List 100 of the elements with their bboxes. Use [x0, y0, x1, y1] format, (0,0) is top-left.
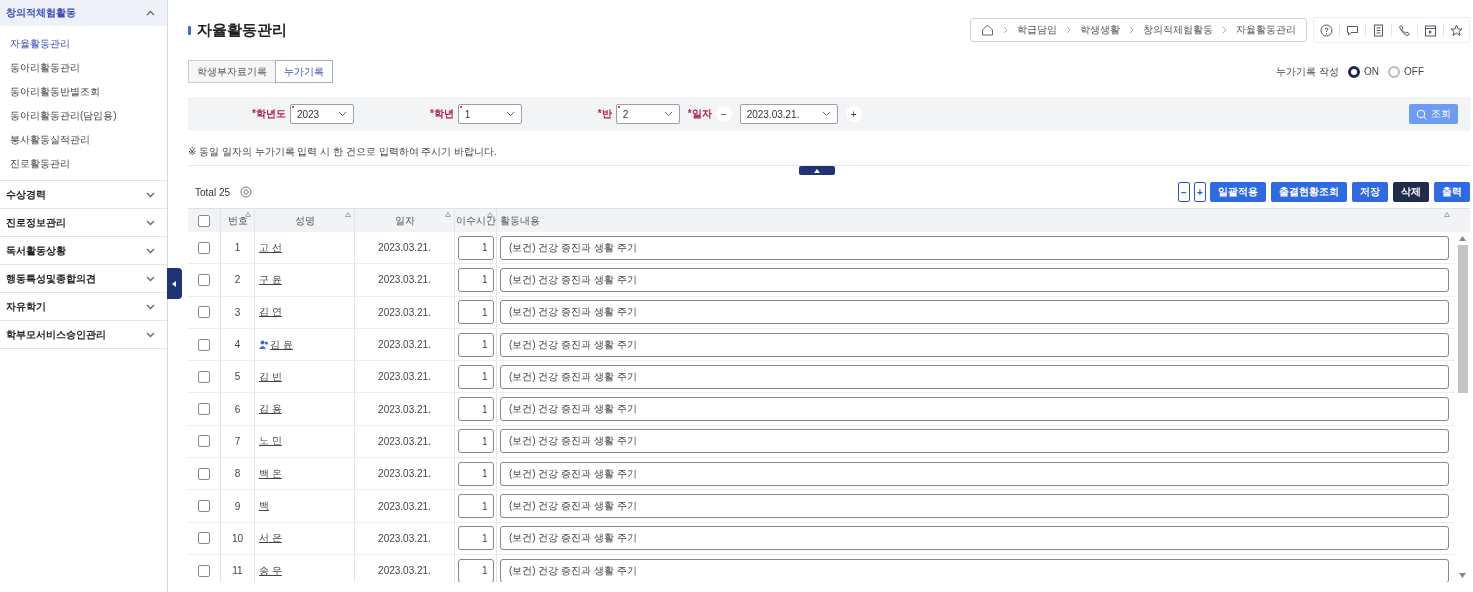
breadcrumb-link[interactable]: 학급담임: [1017, 23, 1057, 37]
table-cell: 4: [234, 339, 241, 351]
select-all-checkbox[interactable]: [198, 214, 210, 227]
row-checkbox[interactable]: [198, 435, 210, 448]
row-checkbox[interactable]: [198, 241, 210, 254]
column-header[interactable]: 이수시간: [455, 209, 497, 232]
sort-icon[interactable]: [245, 212, 251, 217]
student-name-link[interactable]: 구 윤: [259, 272, 282, 287]
collapse-filter-button[interactable]: [799, 166, 835, 175]
menu-section[interactable]: 진로정보관리: [0, 209, 167, 236]
student-name-link[interactable]: 김 용: [259, 402, 282, 417]
menu-item[interactable]: 동아리활동반별조회: [0, 80, 167, 104]
row-checkbox[interactable]: [198, 500, 210, 512]
menu-item[interactable]: 봉사활동실적관리: [0, 128, 167, 152]
breadcrumb-link[interactable]: 창의적체험활동: [1143, 23, 1213, 37]
select-field[interactable]: 2023: [289, 104, 354, 124]
breadcrumb-link[interactable]: 학생생활: [1080, 23, 1120, 37]
previous-date-button[interactable]: −: [715, 106, 732, 122]
hours-input-field[interactable]: 1: [457, 494, 494, 518]
collapse-sidebar-button[interactable]: [167, 268, 182, 299]
activity-input-field[interactable]: (보건) 건강 증진과 생활 주기: [500, 429, 1449, 454]
action-button[interactable]: 저장: [1352, 182, 1388, 202]
hours-input-field[interactable]: 1: [457, 461, 494, 486]
hours-input-field[interactable]: 1: [457, 300, 494, 325]
home-icon[interactable]: [981, 24, 994, 36]
settings-icon[interactable]: [240, 186, 253, 198]
activity-input-field[interactable]: (보건) 건강 증진과 생활 주기: [500, 526, 1449, 551]
radio-button[interactable]: [1348, 65, 1360, 78]
row-checkbox[interactable]: [198, 467, 210, 480]
menu-section[interactable]: 독서활동상황: [0, 237, 167, 264]
activity-input-field[interactable]: (보건) 건강 증진과 생활 주기: [500, 267, 1449, 292]
hours-input-field[interactable]: 1: [457, 332, 494, 357]
row-checkbox[interactable]: [198, 403, 210, 416]
column-header[interactable]: 성명: [255, 209, 355, 232]
action-button[interactable]: 출력: [1434, 182, 1470, 202]
student-name-link[interactable]: 김 윤: [270, 337, 293, 352]
student-name-link[interactable]: 서 은: [259, 531, 282, 546]
student-name-link[interactable]: 백 온: [259, 466, 282, 481]
activity-input-field[interactable]: (보건) 건강 증진과 생활 주기: [500, 397, 1449, 422]
student-name-link[interactable]: 노 민: [259, 434, 282, 449]
row-checkbox[interactable]: [198, 273, 210, 286]
menu-section[interactable]: 창의적체험활동: [0, 0, 167, 26]
row-count-button[interactable]: −: [1178, 182, 1190, 202]
student-name-link[interactable]: 고 선: [259, 240, 282, 255]
menu-item[interactable]: 진로활동관리: [0, 152, 167, 176]
hours-input-field[interactable]: 1: [457, 235, 494, 260]
scroll-down-icon[interactable]: [1459, 573, 1466, 578]
date-select-field[interactable]: 2023.03.21.: [739, 104, 838, 124]
menu-item[interactable]: 동아리활동관리: [0, 56, 167, 80]
activity-input-field[interactable]: (보건) 건강 증진과 생활 주기: [500, 364, 1449, 389]
table-cell: 2023.03.21.: [378, 242, 431, 254]
menu-section[interactable]: 수상경력: [0, 181, 167, 208]
select-field[interactable]: 2: [615, 104, 680, 124]
action-button[interactable]: 삭제: [1393, 182, 1429, 202]
hours-input-field[interactable]: 1: [457, 267, 494, 292]
menu-item[interactable]: 동아리활동관리(담임용): [0, 104, 167, 128]
tab[interactable]: 누가기록: [275, 60, 333, 83]
action-button[interactable]: 출결현황조회: [1271, 182, 1347, 202]
student-name-link[interactable]: 김 빈: [259, 369, 282, 384]
menu-item[interactable]: 자율활동관리: [0, 32, 167, 56]
breadcrumb-link[interactable]: 자율활동관리: [1236, 23, 1296, 37]
row-checkbox[interactable]: [198, 564, 210, 577]
activity-input-field[interactable]: (보건) 건강 증진과 생활 주기: [500, 558, 1449, 582]
student-name-link[interactable]: 백: [259, 499, 269, 513]
chevron-down-icon: [146, 275, 155, 282]
column-header[interactable]: 활동내용: [497, 209, 1470, 232]
row-checkbox[interactable]: [198, 532, 210, 545]
tab[interactable]: 학생부자료기록: [188, 60, 276, 83]
sort-icon[interactable]: [345, 212, 351, 217]
activity-input-field[interactable]: (보건) 건강 증진과 생활 주기: [500, 300, 1449, 325]
sort-icon[interactable]: [445, 212, 451, 217]
select-field[interactable]: 1: [457, 104, 522, 124]
scroll-up-icon[interactable]: [1459, 236, 1466, 241]
student-name-link[interactable]: 김 연: [259, 305, 282, 320]
activity-input-field[interactable]: (보건) 건강 증진과 생활 주기: [500, 494, 1449, 518]
row-checkbox[interactable]: [198, 370, 210, 383]
row-checkbox[interactable]: [198, 306, 210, 319]
sort-icon[interactable]: [487, 212, 493, 217]
menu-section[interactable]: 자유학기: [0, 293, 167, 320]
action-button[interactable]: 일괄적용: [1210, 182, 1266, 202]
activity-input-field[interactable]: (보건) 건강 증진과 생활 주기: [500, 461, 1449, 486]
hours-input-field[interactable]: 1: [457, 526, 494, 551]
menu-section[interactable]: 행동특성및종합의견: [0, 265, 167, 292]
student-name-link[interactable]: 송 우: [259, 563, 282, 578]
chevron-down-icon: [146, 331, 155, 338]
next-date-button[interactable]: +: [845, 106, 862, 122]
hours-input-field[interactable]: 1: [457, 364, 494, 389]
activity-input-field[interactable]: (보건) 건강 증진과 생활 주기: [500, 235, 1449, 260]
sort-icon[interactable]: [1444, 212, 1450, 217]
radio-button[interactable]: [1388, 65, 1400, 78]
activity-input-field[interactable]: (보건) 건강 증진과 생활 주기: [500, 332, 1449, 357]
hours-input-field[interactable]: 1: [457, 558, 494, 582]
hours-input-field[interactable]: 1: [457, 397, 494, 422]
column-header[interactable]: 일자: [355, 209, 455, 232]
table-cell: 3: [234, 306, 241, 318]
hours-input-field[interactable]: 1: [457, 429, 494, 454]
column-header[interactable]: 번호: [221, 209, 255, 232]
row-count-button[interactable]: +: [1194, 182, 1206, 202]
menu-section[interactable]: 학부모서비스승인관리: [0, 321, 167, 348]
row-checkbox[interactable]: [198, 338, 210, 351]
